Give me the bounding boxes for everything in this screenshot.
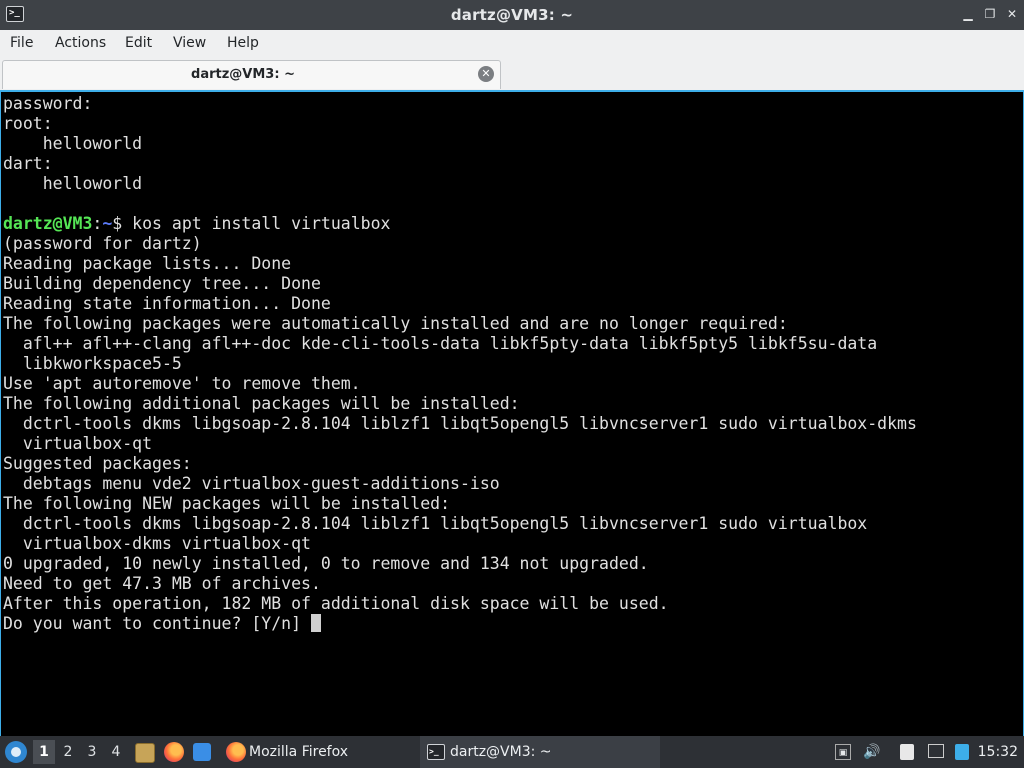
task-terminal[interactable]: >_ dartz@VM3: ~ <box>420 736 660 768</box>
terminal-line: Reading package lists... Done <box>3 254 292 273</box>
terminal-line: virtualbox-dkms virtualbox-qt <box>3 534 311 553</box>
task-firefox-label: Mozilla Firefox <box>249 744 349 760</box>
continue-prompt: Do you want to continue? [Y/n] <box>3 614 311 633</box>
terminal-line: The following NEW packages will be insta… <box>3 494 451 513</box>
terminal-task-icon: >_ <box>427 744 445 760</box>
window-title: dartz@VM3: ~ <box>450 6 574 24</box>
terminal-line: Use 'apt autoremove' to remove them. <box>3 374 361 393</box>
tray-window-icon[interactable]: ▣ <box>835 744 851 760</box>
firefox-launcher-icon[interactable] <box>164 742 184 762</box>
close-icon[interactable]: ✕ <box>1005 6 1019 22</box>
terminal-line: Suggested packages: <box>3 454 192 473</box>
tab-bar: dartz@VM3: ~ ✕ <box>0 58 1024 90</box>
terminal-line: dart: <box>3 154 53 173</box>
desktop-3-button[interactable]: 3 <box>81 740 103 764</box>
menu-view[interactable]: View <box>173 35 206 51</box>
show-desktop-icon[interactable] <box>193 743 211 761</box>
terminal-line: libkworkspace5-5 <box>3 354 182 373</box>
menu-edit[interactable]: Edit <box>125 35 152 51</box>
firefox-task-icon <box>226 742 246 762</box>
prompt-user-host: dartz@VM3 <box>3 214 93 233</box>
tab-label: dartz@VM3: ~ <box>191 67 295 82</box>
minimize-icon[interactable]: ▁ <box>961 6 975 22</box>
terminal-line: virtualbox-qt <box>3 434 153 453</box>
menu-actions[interactable]: Actions <box>55 35 106 51</box>
terminal-line: 0 upgraded, 10 newly installed, 0 to rem… <box>3 554 649 573</box>
terminal-line: Reading state information... Done <box>3 294 331 313</box>
task-terminal-label: dartz@VM3: ~ <box>450 744 552 760</box>
terminal-line: dctrl-tools dkms libgsoap-2.8.104 liblzf… <box>3 514 868 533</box>
volume-icon[interactable]: 🔊 <box>863 744 880 760</box>
file-manager-icon[interactable] <box>135 743 155 763</box>
terminal-output[interactable]: password: root: helloworld dart: hellowo… <box>0 90 1024 739</box>
prompt-symbol: $ <box>112 214 133 233</box>
text-cursor <box>310 614 321 632</box>
tab-terminal[interactable]: dartz@VM3: ~ ✕ <box>2 60 501 89</box>
terminal-line: afl++ afl++-clang afl++-doc kde-cli-tool… <box>3 334 878 353</box>
terminal-line: debtags menu vde2 virtualbox-guest-addit… <box>3 474 500 493</box>
terminal-line: Need to get 47.3 MB of archives. <box>3 574 321 593</box>
prompt-separator: : <box>92 214 103 233</box>
terminal-line: Building dependency tree... Done <box>3 274 321 293</box>
display-icon[interactable] <box>928 744 944 758</box>
restore-icon[interactable]: ❐ <box>983 6 997 22</box>
clock[interactable]: 15:32 <box>978 736 1018 768</box>
terminal-prompt-line: dartz@VM3:~$ kos apt install virtualbox <box>3 214 390 234</box>
taskbar: 1 2 3 4 Mozilla Firefox >_ dartz@VM3: ~ … <box>0 736 1024 768</box>
prompt-path: ~ <box>102 214 113 233</box>
terminal-line: The following packages were automaticall… <box>3 314 788 333</box>
application-launcher-icon[interactable] <box>5 741 27 763</box>
terminal-line: After this operation, 182 MB of addition… <box>3 594 669 613</box>
terminal-line: The following additional packages will b… <box>3 394 520 413</box>
terminal-line: root: <box>3 114 53 133</box>
desktop-4-button[interactable]: 4 <box>105 740 127 764</box>
menu-file[interactable]: File <box>10 35 33 51</box>
terminal-input-line: Do you want to continue? [Y/n] <box>3 614 321 634</box>
prompt-command: kos apt install virtualbox <box>132 214 391 233</box>
terminal-line: dctrl-tools dkms libgsoap-2.8.104 liblzf… <box>3 414 917 433</box>
clipboard-icon[interactable] <box>900 744 914 760</box>
terminal-line: helloworld <box>3 174 143 193</box>
terminal-line: (password for dartz) <box>3 234 202 253</box>
terminal-line: password: <box>3 94 93 113</box>
terminal-line: helloworld <box>3 134 143 153</box>
window-titlebar[interactable]: >_ dartz@VM3: ~ ▁ ❐ ✕ <box>0 0 1024 30</box>
menu-help[interactable]: Help <box>227 35 259 51</box>
desktop-2-button[interactable]: 2 <box>57 740 79 764</box>
menu-bar: File Actions Edit View Help <box>0 30 1024 59</box>
tab-close-icon[interactable]: ✕ <box>478 66 494 82</box>
network-icon[interactable] <box>955 744 969 760</box>
desktop-1-button[interactable]: 1 <box>33 740 55 764</box>
